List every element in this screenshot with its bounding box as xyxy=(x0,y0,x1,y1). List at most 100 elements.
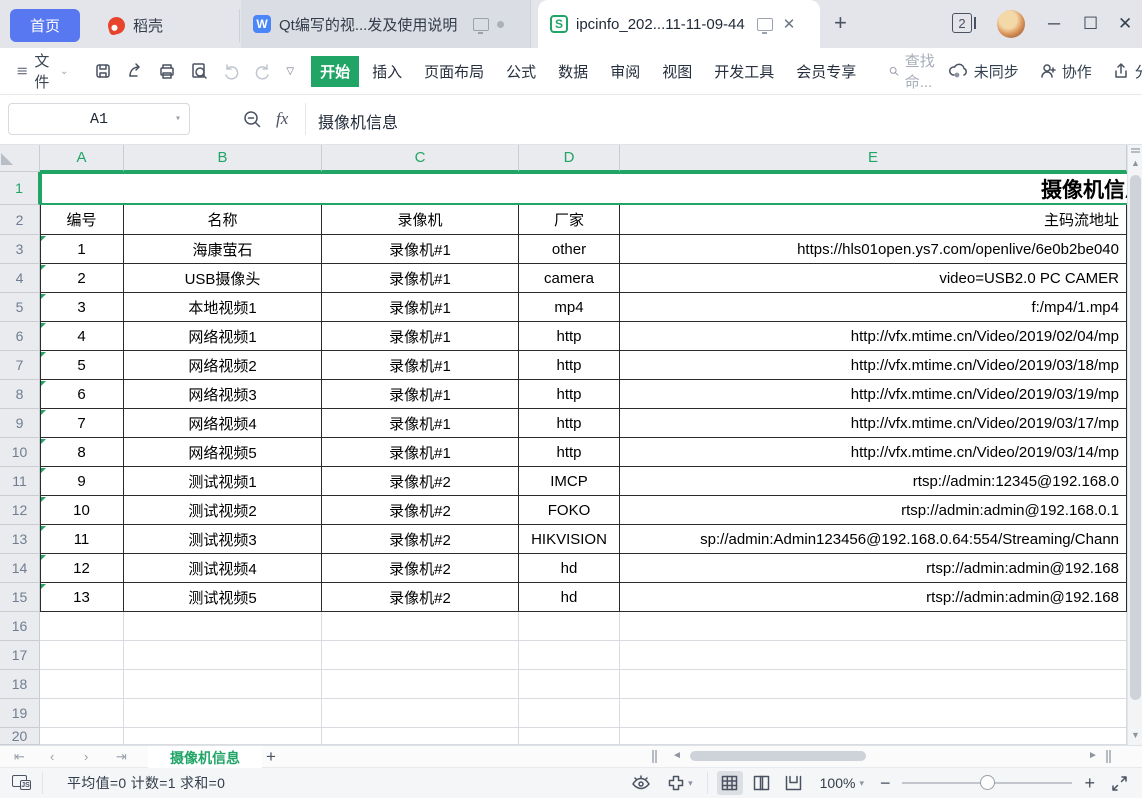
ribbon-tab-开发工具[interactable]: 开发工具 xyxy=(705,56,783,87)
cell-D13[interactable]: HIKVISION xyxy=(519,525,620,554)
cell-E10[interactable]: http://vfx.mtime.cn/Video/2019/03/14/mp xyxy=(620,438,1127,467)
user-avatar[interactable] xyxy=(997,10,1025,38)
row-header-8[interactable]: 8 xyxy=(0,380,40,409)
cell-A15[interactable]: 13 xyxy=(40,583,124,612)
row-header-19[interactable]: 19 xyxy=(0,699,40,728)
select-all-corner[interactable] xyxy=(0,145,40,172)
cell-C17[interactable] xyxy=(322,641,519,670)
row-header-13[interactable]: 13 xyxy=(0,525,40,554)
window-count-icon[interactable]: 2 xyxy=(952,13,972,33)
ribbon-tab-审阅[interactable]: 审阅 xyxy=(601,56,649,87)
collaborate-button[interactable]: 协作 xyxy=(1039,61,1092,82)
ribbon-tab-数据[interactable]: 数据 xyxy=(549,56,597,87)
cell-E18[interactable] xyxy=(620,670,1127,699)
maximize-button[interactable]: ☐ xyxy=(1083,14,1098,34)
cell-E11[interactable]: rtsp://admin:12345@192.168.0 xyxy=(620,467,1127,496)
first-sheet-icon[interactable]: ⇤ xyxy=(14,749,25,765)
close-window-button[interactable]: ✕ xyxy=(1118,14,1132,34)
ribbon-tab-页面布局[interactable]: 页面布局 xyxy=(415,56,493,87)
cell-B19[interactable] xyxy=(124,699,322,728)
cell-C16[interactable] xyxy=(322,612,519,641)
print-button[interactable] xyxy=(158,62,176,80)
cell-A4[interactable]: 2 xyxy=(40,264,124,293)
cell-B9[interactable]: 网络视频4 xyxy=(124,409,322,438)
cell-E13[interactable]: sp://admin:Admin123456@192.168.0.64:554/… xyxy=(620,525,1127,554)
export-button[interactable] xyxy=(126,62,144,80)
row-header-10[interactable]: 10 xyxy=(0,438,40,467)
row-header-16[interactable]: 16 xyxy=(0,612,40,641)
cell-B11[interactable]: 测试视频1 xyxy=(124,467,322,496)
cell-C5[interactable]: 录像机#1 xyxy=(322,293,519,322)
ribbon-tab-会员专享[interactable]: 会员专享 xyxy=(787,56,865,87)
cell-A17[interactable] xyxy=(40,641,124,670)
cell-B5[interactable]: 本地视频1 xyxy=(124,293,322,322)
cell-D10[interactable]: http xyxy=(519,438,620,467)
minimize-button[interactable]: ─ xyxy=(1048,14,1060,34)
cell-C8[interactable]: 录像机#1 xyxy=(322,380,519,409)
zoom-in-button[interactable]: + xyxy=(1084,773,1095,794)
scroll-right-icon[interactable]: ► xyxy=(1088,750,1098,761)
cell-D4[interactable]: camera xyxy=(519,264,620,293)
fullscreen-button[interactable] xyxy=(1111,775,1128,792)
cell-B6[interactable]: 网络视频1 xyxy=(124,322,322,351)
row-header-15[interactable]: 15 xyxy=(0,583,40,612)
cell-D2[interactable]: 厂家 xyxy=(519,205,620,235)
split-handle-icon[interactable] xyxy=(1131,148,1140,153)
view-split-button[interactable] xyxy=(749,771,775,795)
cell-B18[interactable] xyxy=(124,670,322,699)
cell-B4[interactable]: USB摄像头 xyxy=(124,264,322,293)
column-header-A[interactable]: A xyxy=(40,145,124,172)
cell-E12[interactable]: rtsp://admin:admin@192.168.0.1 xyxy=(620,496,1127,525)
visibility-button[interactable] xyxy=(631,775,651,791)
cell-E16[interactable] xyxy=(620,612,1127,641)
cell-A18[interactable] xyxy=(40,670,124,699)
cell-A3[interactable]: 1 xyxy=(40,235,124,264)
formula-input[interactable]: 摄像机信息 xyxy=(318,109,398,133)
row-header-20[interactable]: 20 xyxy=(0,728,40,745)
row-header-1[interactable]: 1 xyxy=(0,172,40,205)
cell-C6[interactable]: 录像机#1 xyxy=(322,322,519,351)
cell-A10[interactable]: 8 xyxy=(40,438,124,467)
last-sheet-icon[interactable]: ⇥ xyxy=(116,749,127,765)
cell-A20[interactable] xyxy=(40,728,124,745)
cell-E7[interactable]: http://vfx.mtime.cn/Video/2019/03/18/mp xyxy=(620,351,1127,380)
cell-A1-title[interactable]: 摄像机信息 xyxy=(40,172,1127,205)
cell-D6[interactable]: http xyxy=(519,322,620,351)
row-header-14[interactable]: 14 xyxy=(0,554,40,583)
insert-function-button[interactable]: fx xyxy=(276,109,288,129)
chevron-down-icon[interactable]: ▾ xyxy=(175,113,181,125)
row-header-3[interactable]: 3 xyxy=(0,235,40,264)
cell-D18[interactable] xyxy=(519,670,620,699)
cell-A13[interactable]: 11 xyxy=(40,525,124,554)
cell-C11[interactable]: 录像机#2 xyxy=(322,467,519,496)
horizontal-scroll-thumb[interactable] xyxy=(690,751,866,761)
row-header-7[interactable]: 7 xyxy=(0,351,40,380)
menu-button[interactable]: 文件 ⌄ xyxy=(16,50,68,92)
zoom-level[interactable]: 100% xyxy=(820,775,856,791)
cell-A8[interactable]: 6 xyxy=(40,380,124,409)
cell-C18[interactable] xyxy=(322,670,519,699)
cell-A11[interactable]: 9 xyxy=(40,467,124,496)
cell-D7[interactable]: http xyxy=(519,351,620,380)
ribbon-tab-插入[interactable]: 插入 xyxy=(363,56,411,87)
cell-E5[interactable]: f:/mp4/1.mp4 xyxy=(620,293,1127,322)
cell-A19[interactable] xyxy=(40,699,124,728)
ribbon-tab-开始[interactable]: 开始 xyxy=(311,56,359,87)
cell-A9[interactable]: 7 xyxy=(40,409,124,438)
column-header-C[interactable]: C xyxy=(322,145,519,172)
cell-E15[interactable]: rtsp://admin:admin@192.168 xyxy=(620,583,1127,612)
cell-D17[interactable] xyxy=(519,641,620,670)
row-header-4[interactable]: 4 xyxy=(0,264,40,293)
prev-sheet-icon[interactable]: ‹ xyxy=(50,749,54,764)
save-button[interactable] xyxy=(94,62,112,80)
redo-button[interactable] xyxy=(254,62,272,80)
move-tool-button[interactable]: ▾ xyxy=(667,774,693,792)
row-header-18[interactable]: 18 xyxy=(0,670,40,699)
cell-B13[interactable]: 测试视频3 xyxy=(124,525,322,554)
cell-E3[interactable]: https://hls01open.ys7.com/openlive/6e0b2… xyxy=(620,235,1127,264)
cell-C3[interactable]: 录像机#1 xyxy=(322,235,519,264)
row-header-9[interactable]: 9 xyxy=(0,409,40,438)
row-header-12[interactable]: 12 xyxy=(0,496,40,525)
cell-E2[interactable]: 主码流地址 xyxy=(620,205,1127,235)
cell-D15[interactable]: hd xyxy=(519,583,620,612)
